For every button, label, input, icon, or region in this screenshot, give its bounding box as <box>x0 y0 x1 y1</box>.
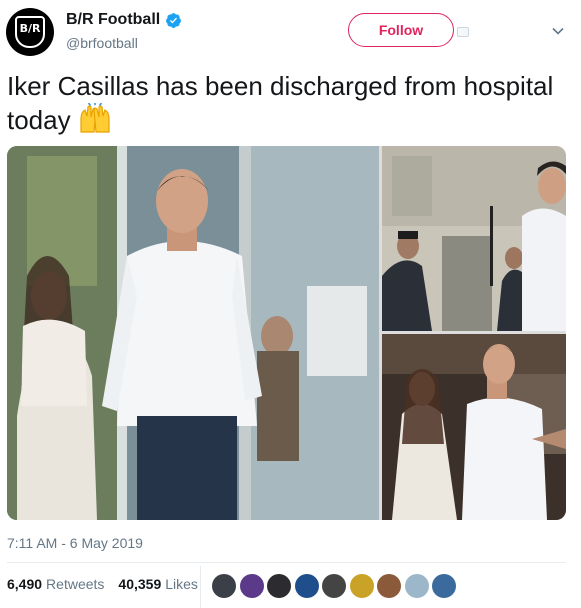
raising-hands-emoji-icon <box>80 103 110 133</box>
likes-count: 40,359 <box>118 576 162 592</box>
tweet-stats: 6,490 Retweets 40,359 Likes <box>7 576 198 592</box>
stats-divider-top <box>7 562 566 563</box>
stats-separator <box>200 566 201 608</box>
profile-avatar[interactable]: B/R <box>6 8 54 56</box>
info-icon[interactable] <box>457 27 469 37</box>
liker-avatar-7[interactable] <box>377 574 401 598</box>
photo-casillas-leaving-hospital[interactable] <box>7 146 379 520</box>
tweet-timestamp[interactable]: 7:11 AM - 6 May 2019 <box>7 535 143 551</box>
liker-avatar-3[interactable] <box>267 574 291 598</box>
liker-avatar-9[interactable] <box>432 574 456 598</box>
media-grid[interactable] <box>7 146 566 520</box>
retweets-count: 6,490 <box>7 576 43 592</box>
user-handle[interactable]: @brfootball <box>66 35 138 51</box>
liker-avatar-6[interactable] <box>349 574 374 598</box>
likes-stat[interactable]: 40,359 Likes <box>118 576 198 592</box>
follow-button[interactable]: Follow <box>348 13 454 47</box>
liker-avatar-8[interactable] <box>404 574 429 598</box>
photo-casillas-and-wife[interactable] <box>382 334 566 520</box>
verified-badge-icon <box>166 12 182 28</box>
liker-avatars <box>212 574 456 598</box>
retweets-label: Retweets <box>46 576 105 592</box>
liker-avatar-2[interactable] <box>239 574 264 598</box>
chevron-down-icon[interactable] <box>551 24 565 38</box>
liker-avatar-4[interactable] <box>294 574 319 598</box>
display-name[interactable]: B/R Football <box>66 11 160 29</box>
tweet-header: B/R B/R Football @brfootball Follow <box>0 0 581 62</box>
likes-label: Likes <box>165 576 198 592</box>
display-name-row[interactable]: B/R Football <box>66 11 182 29</box>
retweets-stat[interactable]: 6,490 Retweets <box>7 576 104 592</box>
liker-avatar-5[interactable] <box>322 574 346 598</box>
photo-casillas-with-security[interactable] <box>382 146 566 331</box>
br-logo: B/R <box>15 16 45 48</box>
tweet-text: Iker Casillas has been discharged from h… <box>7 70 567 137</box>
liker-avatar-1[interactable] <box>212 574 236 598</box>
